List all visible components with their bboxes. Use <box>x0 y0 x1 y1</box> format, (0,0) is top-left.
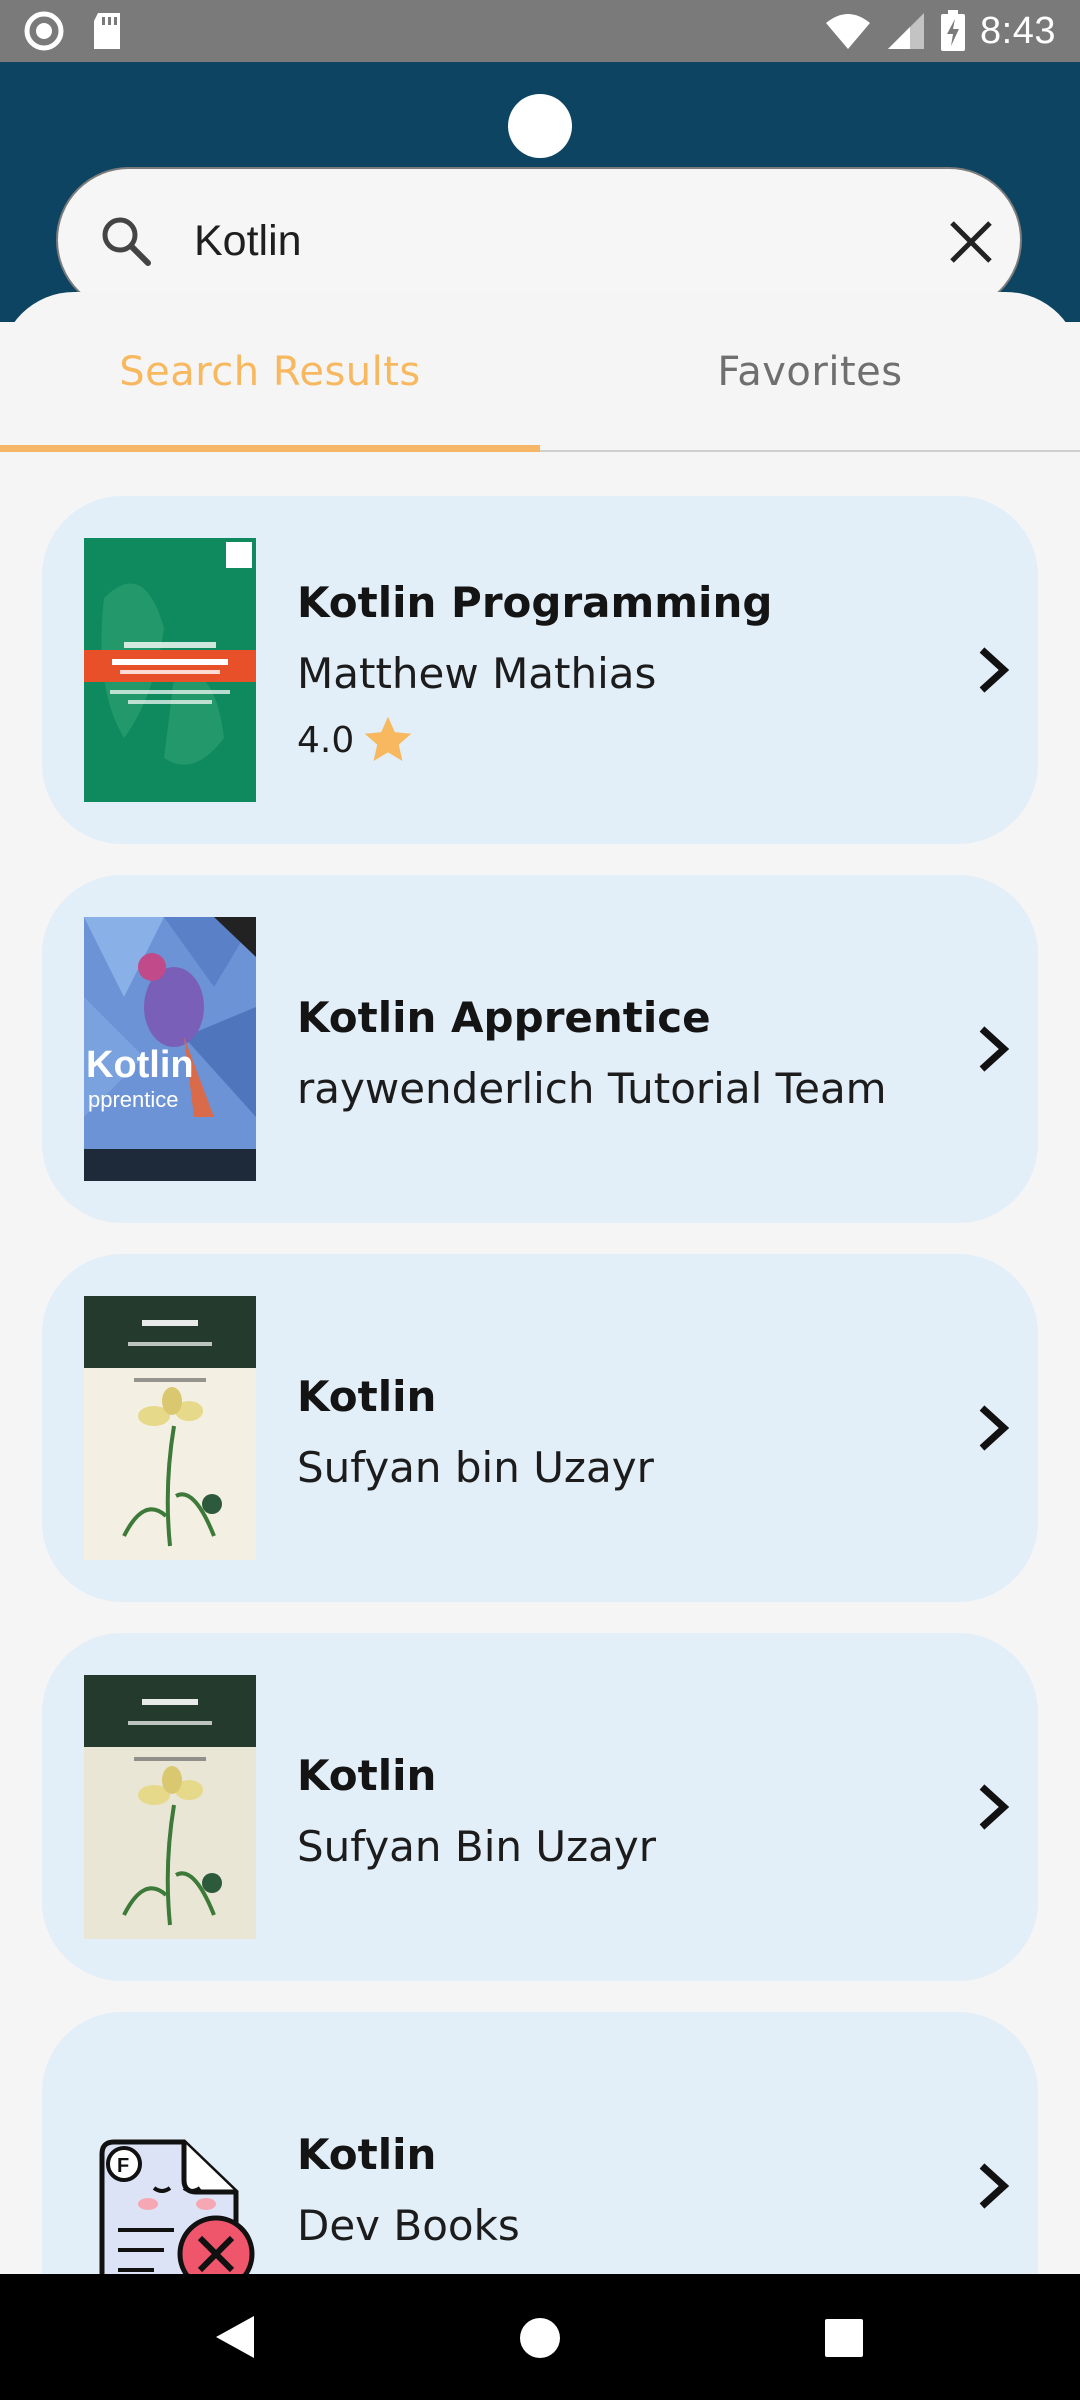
signal-icon <box>888 13 925 49</box>
book-author: raywenderlich Tutorial Team <box>297 1064 887 1113</box>
book-title: Kotlin <box>297 2130 437 2179</box>
book-info: Kotlin Dev Books <box>297 2130 520 2250</box>
book-author: Sufyan Bin Uzayr <box>297 1822 656 1871</box>
svg-text:F: F <box>117 2155 129 2177</box>
book-card[interactable]: Kotlin Programming Matthew Mathias 4.0 <box>42 496 1038 844</box>
book-info: Kotlin Programming Matthew Mathias 4.0 <box>297 578 772 768</box>
book-cover-image: Kotlin pprentice <box>84 917 256 1181</box>
book-rating: 4.0 <box>297 712 772 768</box>
book-title: Kotlin Programming <box>297 578 773 627</box>
close-icon[interactable] <box>938 209 1004 275</box>
book-author: Matthew Mathias <box>297 649 657 698</box>
chevron-right-icon[interactable] <box>962 2156 1022 2216</box>
chevron-right-icon[interactable] <box>962 1019 1022 1079</box>
book-card[interactable]: Kotlin Sufyan bin Uzayr <box>42 1254 1038 1602</box>
svg-text:Kotlin: Kotlin <box>86 1044 194 1086</box>
book-title: Kotlin Apprentice <box>297 993 711 1042</box>
home-icon[interactable] <box>518 2316 562 2360</box>
camera-cutout <box>508 94 572 158</box>
system-nav-bar <box>0 2274 1080 2400</box>
recents-icon[interactable] <box>824 2318 864 2358</box>
record-icon <box>24 11 64 51</box>
clock: 8:43 <box>980 9 1056 52</box>
tab-favorites[interactable]: Favorites <box>540 292 1080 452</box>
back-icon[interactable] <box>210 2312 258 2362</box>
tab-bar: Search Results Favorites <box>0 292 1080 452</box>
book-cover-image <box>84 1296 256 1560</box>
book-info: Kotlin Sufyan Bin Uzayr <box>297 1751 656 1871</box>
book-info: Kotlin Sufyan bin Uzayr <box>297 1372 654 1492</box>
battery-charging-icon <box>941 10 966 51</box>
sd-card-icon <box>94 13 120 49</box>
book-card[interactable]: Kotlin pprentice Kotlin Apprentice raywe… <box>42 875 1038 1223</box>
book-cover-image <box>84 1675 256 1939</box>
wifi-icon <box>826 14 871 49</box>
svg-text:pprentice: pprentice <box>88 1087 179 1112</box>
rating-value: 4.0 <box>297 719 355 761</box>
tab-indicator <box>0 445 540 452</box>
star-icon <box>364 716 412 761</box>
header <box>0 62 1080 322</box>
book-author: Dev Books <box>297 2201 520 2250</box>
content-panel: Search Results Favorites Kotlin Programm… <box>0 292 1080 2360</box>
book-title: Kotlin <box>297 1751 437 1800</box>
book-cover-image <box>84 538 256 802</box>
search-icon[interactable] <box>96 211 156 271</box>
book-title: Kotlin <box>297 1372 437 1421</box>
chevron-right-icon[interactable] <box>962 1777 1022 1837</box>
search-input[interactable] <box>194 205 834 277</box>
chevron-right-icon[interactable] <box>962 1398 1022 1458</box>
tab-search-results[interactable]: Search Results <box>0 292 540 452</box>
book-info: Kotlin Apprentice raywenderlich Tutorial… <box>297 993 887 1113</box>
book-author: Sufyan bin Uzayr <box>297 1443 654 1492</box>
book-card[interactable]: Kotlin Sufyan Bin Uzayr <box>42 1633 1038 1981</box>
chevron-right-icon[interactable] <box>962 640 1022 700</box>
status-bar: 8:43 <box>0 0 1080 62</box>
